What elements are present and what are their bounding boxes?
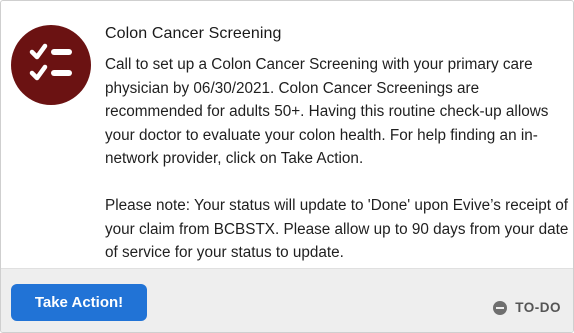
card-title: Colon Cancer Screening (105, 25, 282, 42)
status-indicator: TO-DO (493, 300, 561, 315)
checklist-icon (11, 25, 91, 105)
take-action-button[interactable]: Take Action! (11, 284, 147, 321)
status-label: TO-DO (515, 300, 561, 315)
task-card: Colon Cancer Screening Call to set up a … (0, 0, 574, 333)
minus-circle-icon (493, 300, 508, 315)
card-description: Call to set up a Colon Cancer Screening … (105, 53, 571, 265)
card-footer: Take Action! TO-DO (1, 268, 573, 332)
card-body-text: Call to set up a Colon Cancer Screening … (105, 56, 549, 167)
card-note-text: Please note: Your status will update to … (105, 197, 569, 261)
